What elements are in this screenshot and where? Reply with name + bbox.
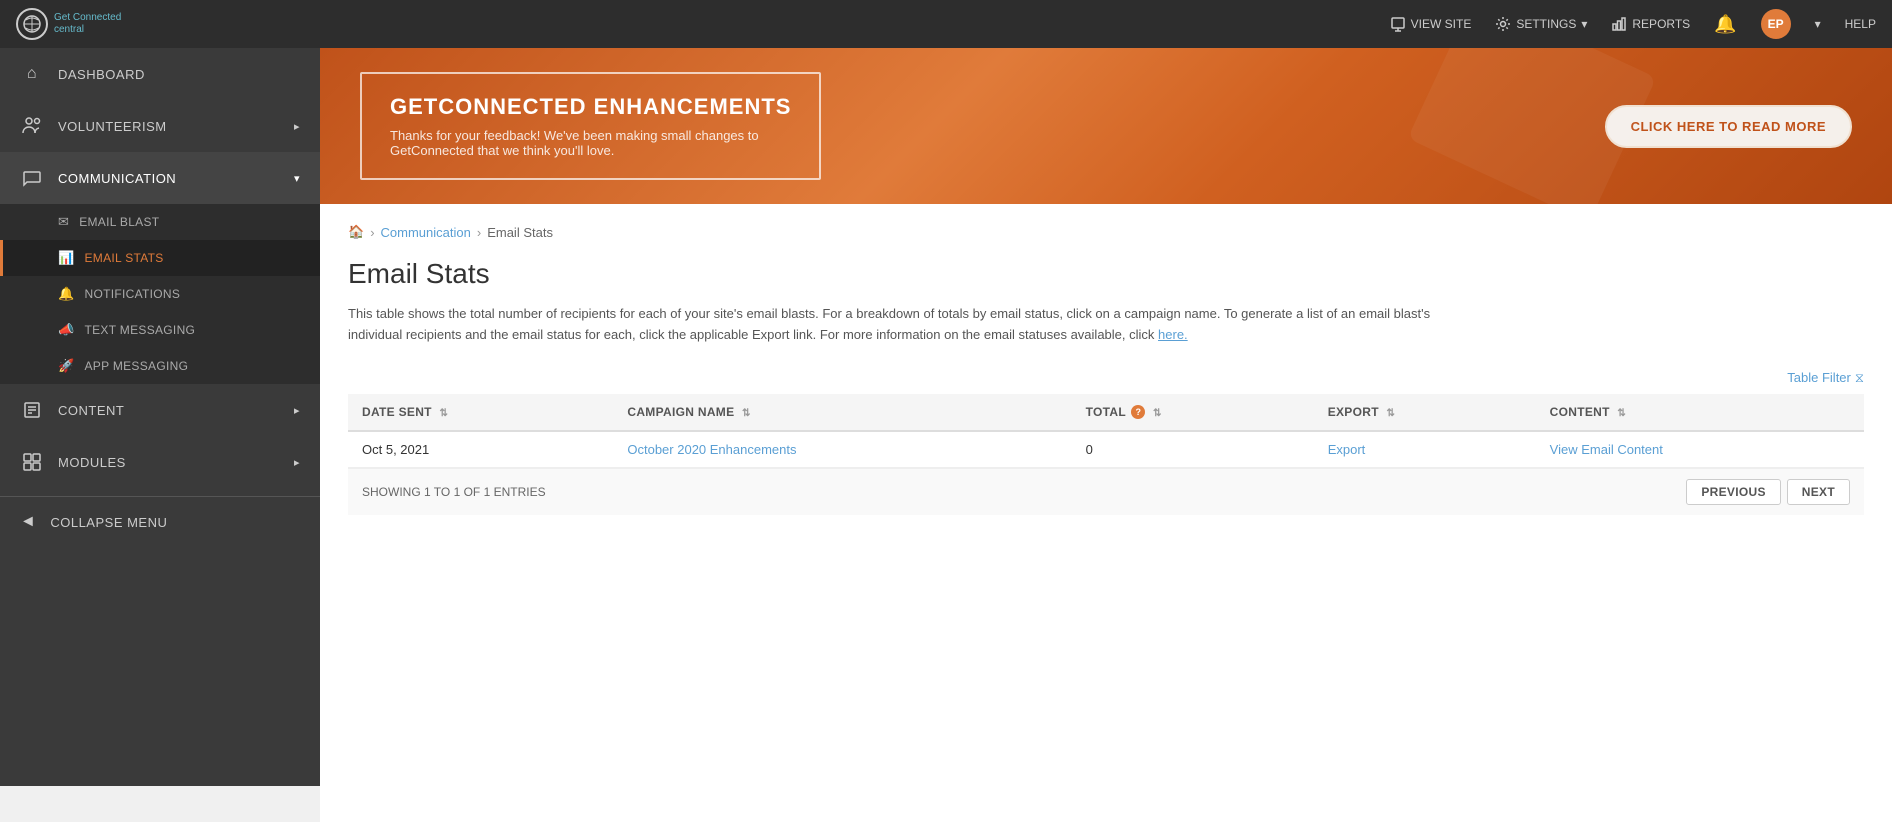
sidebar-item-text-messaging[interactable]: 📣 TEXT MESSAGING <box>0 312 320 348</box>
enhancement-banner: GETCONNECTED ENHANCEMENTS Thanks for you… <box>320 48 1892 204</box>
sidebar-item-email-stats[interactable]: 📊 EMAIL STATS <box>0 240 320 276</box>
table-filter-row: Table Filter ⧖ <box>348 370 1864 386</box>
volunteers-icon <box>20 114 44 138</box>
view-site-button[interactable]: VIEW SITE <box>1390 16 1472 32</box>
email-icon: ✉ <box>58 214 69 230</box>
home-icon: ⌂ <box>20 62 44 86</box>
cell-date-sent: Oct 5, 2021 <box>348 431 613 468</box>
page-body: 🏠 › Communication › Email Stats Email St… <box>320 204 1892 822</box>
banner-decoration <box>1408 48 1657 204</box>
col-date-sent[interactable]: DATE SENT ⇅ <box>348 394 613 432</box>
date-sort-icons: ⇅ <box>439 408 448 419</box>
email-stats-table: DATE SENT ⇅ CAMPAIGN NAME ⇅ TOTAL ? ⇅ EX… <box>348 394 1864 469</box>
filter-icon: ⧖ <box>1855 370 1864 386</box>
col-content-label: CONTENT <box>1550 405 1610 419</box>
pagination-buttons: PREVIOUS NEXT <box>1686 479 1850 505</box>
sidebar-item-volunteerism[interactable]: VOLUNTEERISM ▸ <box>0 100 320 152</box>
view-email-content-link[interactable]: View Email Content <box>1550 442 1663 457</box>
top-nav: Get Connected central VIEW SITE SETTINGS… <box>0 0 1892 48</box>
content-icon <box>20 398 44 422</box>
user-dropdown-arrow[interactable]: ▾ <box>1815 17 1821 31</box>
previous-button[interactable]: PREVIOUS <box>1686 479 1780 505</box>
sidebar-item-email-blast[interactable]: ✉ EMAIL BLAST <box>0 204 320 240</box>
breadcrumb-sep2: › <box>477 225 481 240</box>
notifications-bell[interactable]: 🔔 <box>1714 14 1736 35</box>
modules-icon <box>20 450 44 474</box>
col-export[interactable]: EXPORT ⇅ <box>1314 394 1536 432</box>
help-button[interactable]: HELP <box>1845 17 1876 31</box>
total-sort-icons: ⇅ <box>1153 408 1162 419</box>
table-row: Oct 5, 2021 October 2020 Enhancements 0 … <box>348 431 1864 468</box>
campaign-sort-icons: ⇅ <box>742 408 751 419</box>
table-header-row: DATE SENT ⇅ CAMPAIGN NAME ⇅ TOTAL ? ⇅ EX… <box>348 394 1864 432</box>
collapse-menu-button[interactable]: ◄ COLLAPSE MENU <box>0 496 320 547</box>
campaign-link[interactable]: October 2020 Enhancements <box>627 442 796 457</box>
next-button[interactable]: NEXT <box>1787 479 1850 505</box>
page-description: This table shows the total number of rec… <box>348 304 1448 346</box>
sidebar: ⌂ DASHBOARD VOLUNTEERISM ▸ COMMUNICATION… <box>0 48 320 786</box>
col-content[interactable]: CONTENT ⇅ <box>1536 394 1864 432</box>
sidebar-item-app-messaging[interactable]: 🚀 APP MESSAGING <box>0 348 320 384</box>
banner-read-more-button[interactable]: CLICK HERE TO READ MORE <box>1605 105 1852 148</box>
col-export-label: EXPORT <box>1328 405 1379 419</box>
reports-button[interactable]: REPORTS <box>1611 16 1690 32</box>
breadcrumb-communication[interactable]: Communication <box>381 225 471 240</box>
cell-campaign-name: October 2020 Enhancements <box>613 431 1071 468</box>
banner-text-box: GETCONNECTED ENHANCEMENTS Thanks for you… <box>360 72 821 180</box>
breadcrumb-sep1: › <box>370 225 374 240</box>
cell-total: 0 <box>1072 431 1314 468</box>
settings-button[interactable]: SETTINGS ▾ <box>1495 16 1587 32</box>
sidebar-item-notifications[interactable]: 🔔 NOTIFICATIONS <box>0 276 320 312</box>
table-body: Oct 5, 2021 October 2020 Enhancements 0 … <box>348 431 1864 468</box>
col-campaign-name[interactable]: CAMPAIGN NAME ⇅ <box>613 394 1071 432</box>
logo-icon <box>16 8 48 40</box>
breadcrumb-current: Email Stats <box>487 225 553 240</box>
volunteerism-arrow: ▸ <box>294 120 300 133</box>
user-avatar[interactable]: EP <box>1761 9 1791 39</box>
modules-arrow: ▸ <box>294 456 300 469</box>
col-total[interactable]: TOTAL ? ⇅ <box>1072 394 1314 432</box>
communication-icon <box>20 166 44 190</box>
communication-submenu: ✉ EMAIL BLAST 📊 EMAIL STATS 🔔 NOTIFICATI… <box>0 204 320 384</box>
stats-icon: 📊 <box>58 250 75 266</box>
export-link[interactable]: Export <box>1328 442 1366 457</box>
sidebar-item-dashboard[interactable]: ⌂ DASHBOARD <box>0 48 320 100</box>
communication-arrow: ▾ <box>294 172 300 185</box>
export-sort-icons: ⇅ <box>1386 408 1395 419</box>
sidebar-item-communication[interactable]: COMMUNICATION ▾ <box>0 152 320 204</box>
breadcrumb-home[interactable]: 🏠 <box>348 224 364 240</box>
banner-title: GETCONNECTED ENHANCEMENTS <box>390 94 791 120</box>
main-content: GETCONNECTED ENHANCEMENTS Thanks for you… <box>320 48 1892 822</box>
banner-subtitle: Thanks for your feedback! We've been mak… <box>390 128 791 158</box>
bell-icon: 🔔 <box>58 286 75 302</box>
table-filter-button[interactable]: Table Filter ⧖ <box>1787 370 1864 386</box>
sidebar-item-content[interactable]: CONTENT ▸ <box>0 384 320 436</box>
logo-text: Get Connected central <box>54 12 121 36</box>
col-total-label: TOTAL <box>1086 405 1126 419</box>
top-nav-right: VIEW SITE SETTINGS ▾ REPORTS 🔔 EP ▾ <box>1390 9 1876 39</box>
logo[interactable]: Get Connected central <box>16 8 206 40</box>
page-title: Email Stats <box>348 258 1864 290</box>
showing-entries: SHOWING 1 TO 1 OF 1 ENTRIES <box>362 485 546 499</box>
here-link[interactable]: here. <box>1158 327 1188 342</box>
col-date-sent-label: DATE SENT <box>362 405 432 419</box>
app-msg-icon: 🚀 <box>58 358 75 374</box>
total-help-icon[interactable]: ? <box>1131 405 1145 419</box>
pagination-row: SHOWING 1 TO 1 OF 1 ENTRIES PREVIOUS NEX… <box>348 468 1864 515</box>
cell-export: Export <box>1314 431 1536 468</box>
col-campaign-label: CAMPAIGN NAME <box>627 405 734 419</box>
breadcrumb: 🏠 › Communication › Email Stats <box>348 224 1864 240</box>
collapse-icon: ◄ <box>20 513 36 531</box>
cell-content: View Email Content <box>1536 431 1864 468</box>
content-sort-icons: ⇅ <box>1617 408 1626 419</box>
sms-icon: 📣 <box>58 322 75 338</box>
sidebar-item-modules[interactable]: MODULES ▸ <box>0 436 320 488</box>
content-arrow: ▸ <box>294 404 300 417</box>
